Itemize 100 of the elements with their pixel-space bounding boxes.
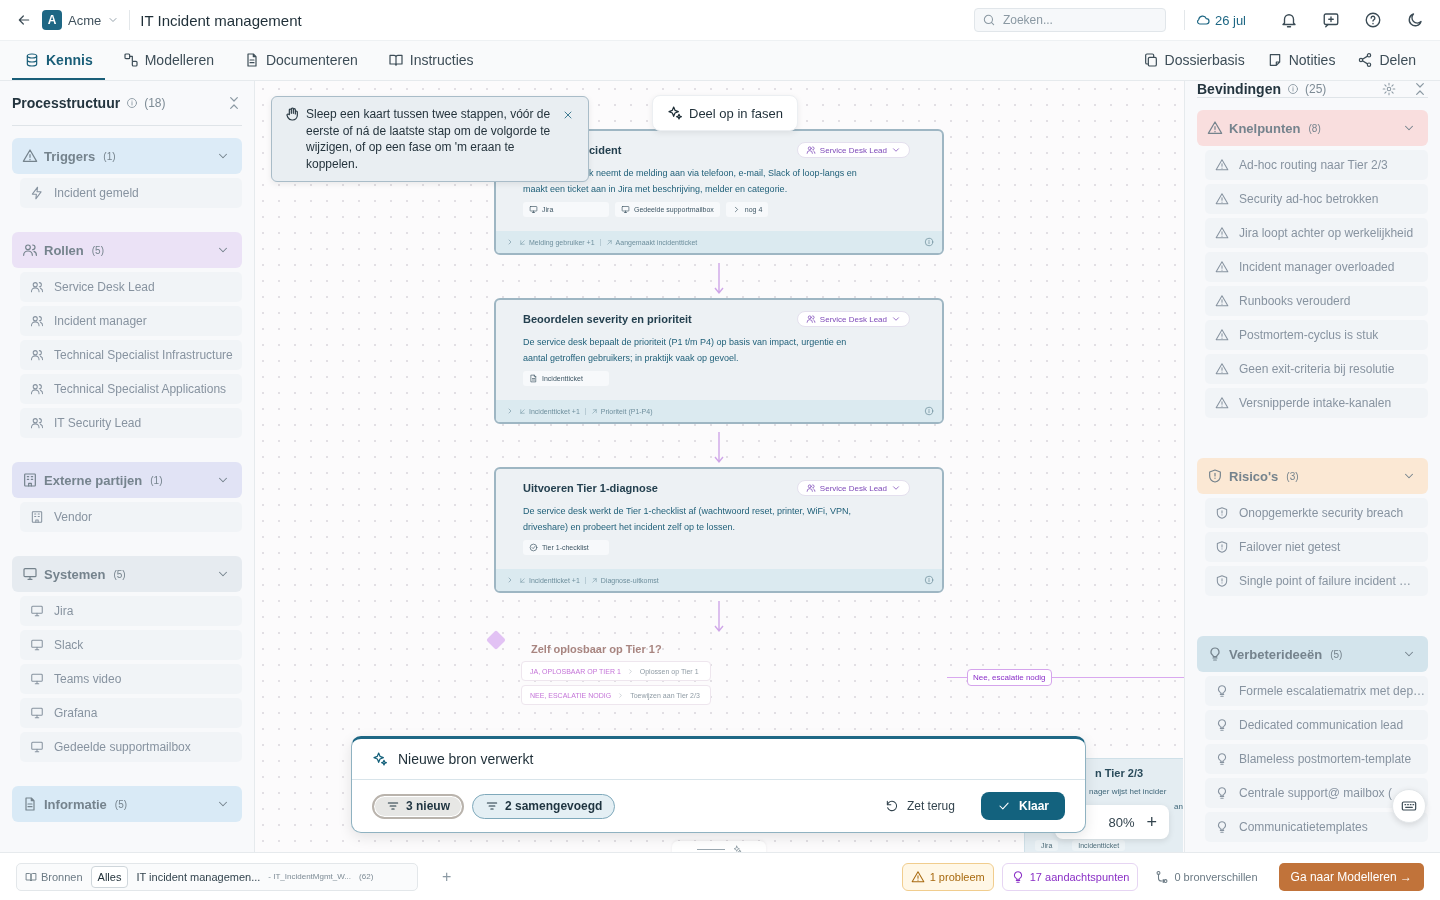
tab[interactable]: Documenteren [231, 41, 370, 80]
nodes-icon [122, 51, 139, 68]
info-icon[interactable] [924, 406, 934, 416]
input-arrow-icon [519, 407, 526, 415]
roles-header[interactable]: Rollen (5) [12, 232, 242, 268]
done-button[interactable]: Klaar [980, 792, 1065, 820]
chevron-right-icon[interactable] [506, 407, 514, 415]
users-icon [805, 483, 816, 493]
list-item[interactable]: Vendor [20, 502, 242, 532]
warning-icon [1215, 396, 1229, 410]
group-count: (5) [91, 244, 104, 256]
edge-label[interactable]: Nee, escalatie nodig [967, 669, 1052, 686]
all-filter-button[interactable]: Alles [90, 865, 129, 888]
group-count: (1) [103, 150, 116, 162]
step-card[interactable] [494, 467, 944, 593]
notifications-icon[interactable] [1280, 11, 1298, 29]
step-description: an [1174, 802, 1183, 811]
finding-item[interactable]: Security ad-hoc betrokken [1205, 184, 1428, 214]
list-item[interactable]: Technical Specialist Applications [20, 374, 242, 404]
list-item[interactable]: Gedeelde supportmailbox [20, 732, 242, 762]
dialog-title: Nieuwe bron verwerkt [398, 751, 534, 767]
finding-item[interactable]: Communicatietemplates [1205, 812, 1428, 842]
info-icon[interactable] [924, 575, 934, 585]
role-dropdown[interactable]: Service Desk Lead [796, 142, 910, 158]
triggers-header[interactable]: Triggers (1) [12, 138, 242, 174]
finding-item[interactable]: Single point of failure incident … [1205, 566, 1428, 596]
finding-item[interactable]: Jira loopt achter op werkelijkheid [1205, 218, 1428, 248]
undo-button[interactable]: Zet terug [878, 798, 961, 814]
group-count: (5) [113, 568, 126, 580]
back-icon[interactable] [16, 12, 32, 28]
sync-status[interactable]: 26 jul [1194, 12, 1246, 28]
finding-item[interactable]: Centrale support@ mailbox ( [1205, 778, 1428, 808]
help-icon[interactable] [1364, 11, 1382, 29]
bottlenecks-header[interactable]: Knelpunten (8) [1197, 110, 1428, 146]
list-item[interactable]: Jira [20, 596, 242, 626]
ideas-header[interactable]: Verbeterideeën (5) [1197, 636, 1428, 672]
list-item[interactable]: Teams video [20, 664, 242, 694]
systems-header[interactable]: Systemen (5) [12, 556, 242, 592]
settings-icon[interactable] [1382, 82, 1396, 96]
risks-header[interactable]: Risico's (3) [1197, 458, 1428, 494]
source-name[interactable]: IT incident managemen... [136, 870, 261, 883]
list-item[interactable]: Grafana [20, 698, 242, 728]
list-item[interactable]: Incident gemeld [20, 178, 242, 208]
finding-item[interactable]: Onopgemerkte security breach [1205, 498, 1428, 528]
list-item[interactable]: Slack [20, 630, 242, 660]
close-icon[interactable] [562, 109, 574, 121]
group-count: (1) [150, 474, 163, 486]
tab[interactable]: Modelleren [110, 41, 226, 80]
tab[interactable]: Instructies [375, 41, 486, 80]
finding-item[interactable]: Runbooks verouderd [1205, 286, 1428, 316]
info-icon[interactable] [924, 237, 934, 247]
lightning-icon [30, 186, 44, 200]
role-dropdown[interactable]: Service Desk Lead [796, 311, 910, 327]
group-label: Verbeterideeën [1229, 646, 1323, 662]
finding-item[interactable]: Dedicated communication lead [1205, 710, 1428, 740]
toolbar-button[interactable]: Notities [1258, 41, 1344, 80]
list-item[interactable]: Technical Specialist Infrastructure [20, 340, 242, 370]
search-field[interactable]: Zoeken... [973, 8, 1166, 32]
dark-mode-icon[interactable] [1406, 11, 1424, 29]
add-source-button[interactable]: + [436, 866, 458, 887]
add-comment-icon[interactable] [1322, 11, 1340, 29]
sparkle-icon [372, 751, 388, 767]
finding-item[interactable]: Blameless postmortem-template [1205, 744, 1428, 774]
workspace-switcher[interactable]: A Acme [42, 10, 120, 30]
go-to-modeling-button[interactable]: Ga naar Modelleren → [1278, 862, 1424, 891]
step-card[interactable] [494, 298, 944, 424]
status-button[interactable]: 1 probleem [901, 862, 994, 891]
toolbar-button[interactable]: Delen [1349, 41, 1424, 80]
external-parties-header[interactable]: Externe partijen (1) [12, 462, 242, 498]
info-icon[interactable] [1287, 83, 1299, 95]
info-icon[interactable] [126, 97, 139, 109]
list-item[interactable]: IT Security Lead [20, 408, 242, 438]
split-phases-button[interactable]: Deel op in fasen [652, 95, 798, 131]
users-icon [30, 280, 44, 294]
list-item[interactable]: Service Desk Lead [20, 272, 242, 302]
chevron-right-icon[interactable] [506, 576, 514, 584]
filter-chip[interactable]: 2 samengevoegd [472, 793, 616, 819]
finding-item[interactable]: Geen exit-criteria bij resolutie [1205, 354, 1428, 384]
finding-item[interactable]: Formele escalatiematrix met dep… [1205, 676, 1428, 706]
process-canvas[interactable] [255, 81, 1184, 852]
filter-chip[interactable]: 3 nieuw [372, 793, 464, 819]
status-button[interactable]: 17 aandachtspunten [1001, 862, 1139, 891]
role-dropdown[interactable]: Service Desk Lead [796, 480, 910, 496]
information-header[interactable]: Informatie (5) [12, 786, 242, 822]
group-count: (5) [1330, 648, 1343, 660]
toolbar-button[interactable]: Dossierbasis [1134, 41, 1253, 80]
chevron-right-icon[interactable] [506, 238, 514, 246]
flow-arrow [713, 601, 725, 633]
finding-item[interactable]: Versnipperde intake-kanalen [1205, 388, 1428, 418]
copy-icon [1142, 51, 1159, 68]
monitor-icon [30, 672, 44, 686]
step-description: k neemt de melding aan via telefoon, e-mail, Slack of loop-langs en [589, 167, 857, 180]
finding-item[interactable]: Failover niet getest [1205, 532, 1428, 562]
finding-item[interactable]: Incident manager overloaded [1205, 252, 1428, 282]
zoom-in-button[interactable]: + [1142, 811, 1161, 833]
list-item[interactable]: Incident manager [20, 306, 242, 336]
finding-item[interactable]: Ad-hoc routing naar Tier 2/3 [1205, 150, 1428, 180]
group-label: Systemen [44, 566, 106, 582]
finding-item[interactable]: Postmortem-cyclus is stuk [1205, 320, 1428, 350]
check-circle-icon [529, 543, 538, 552]
